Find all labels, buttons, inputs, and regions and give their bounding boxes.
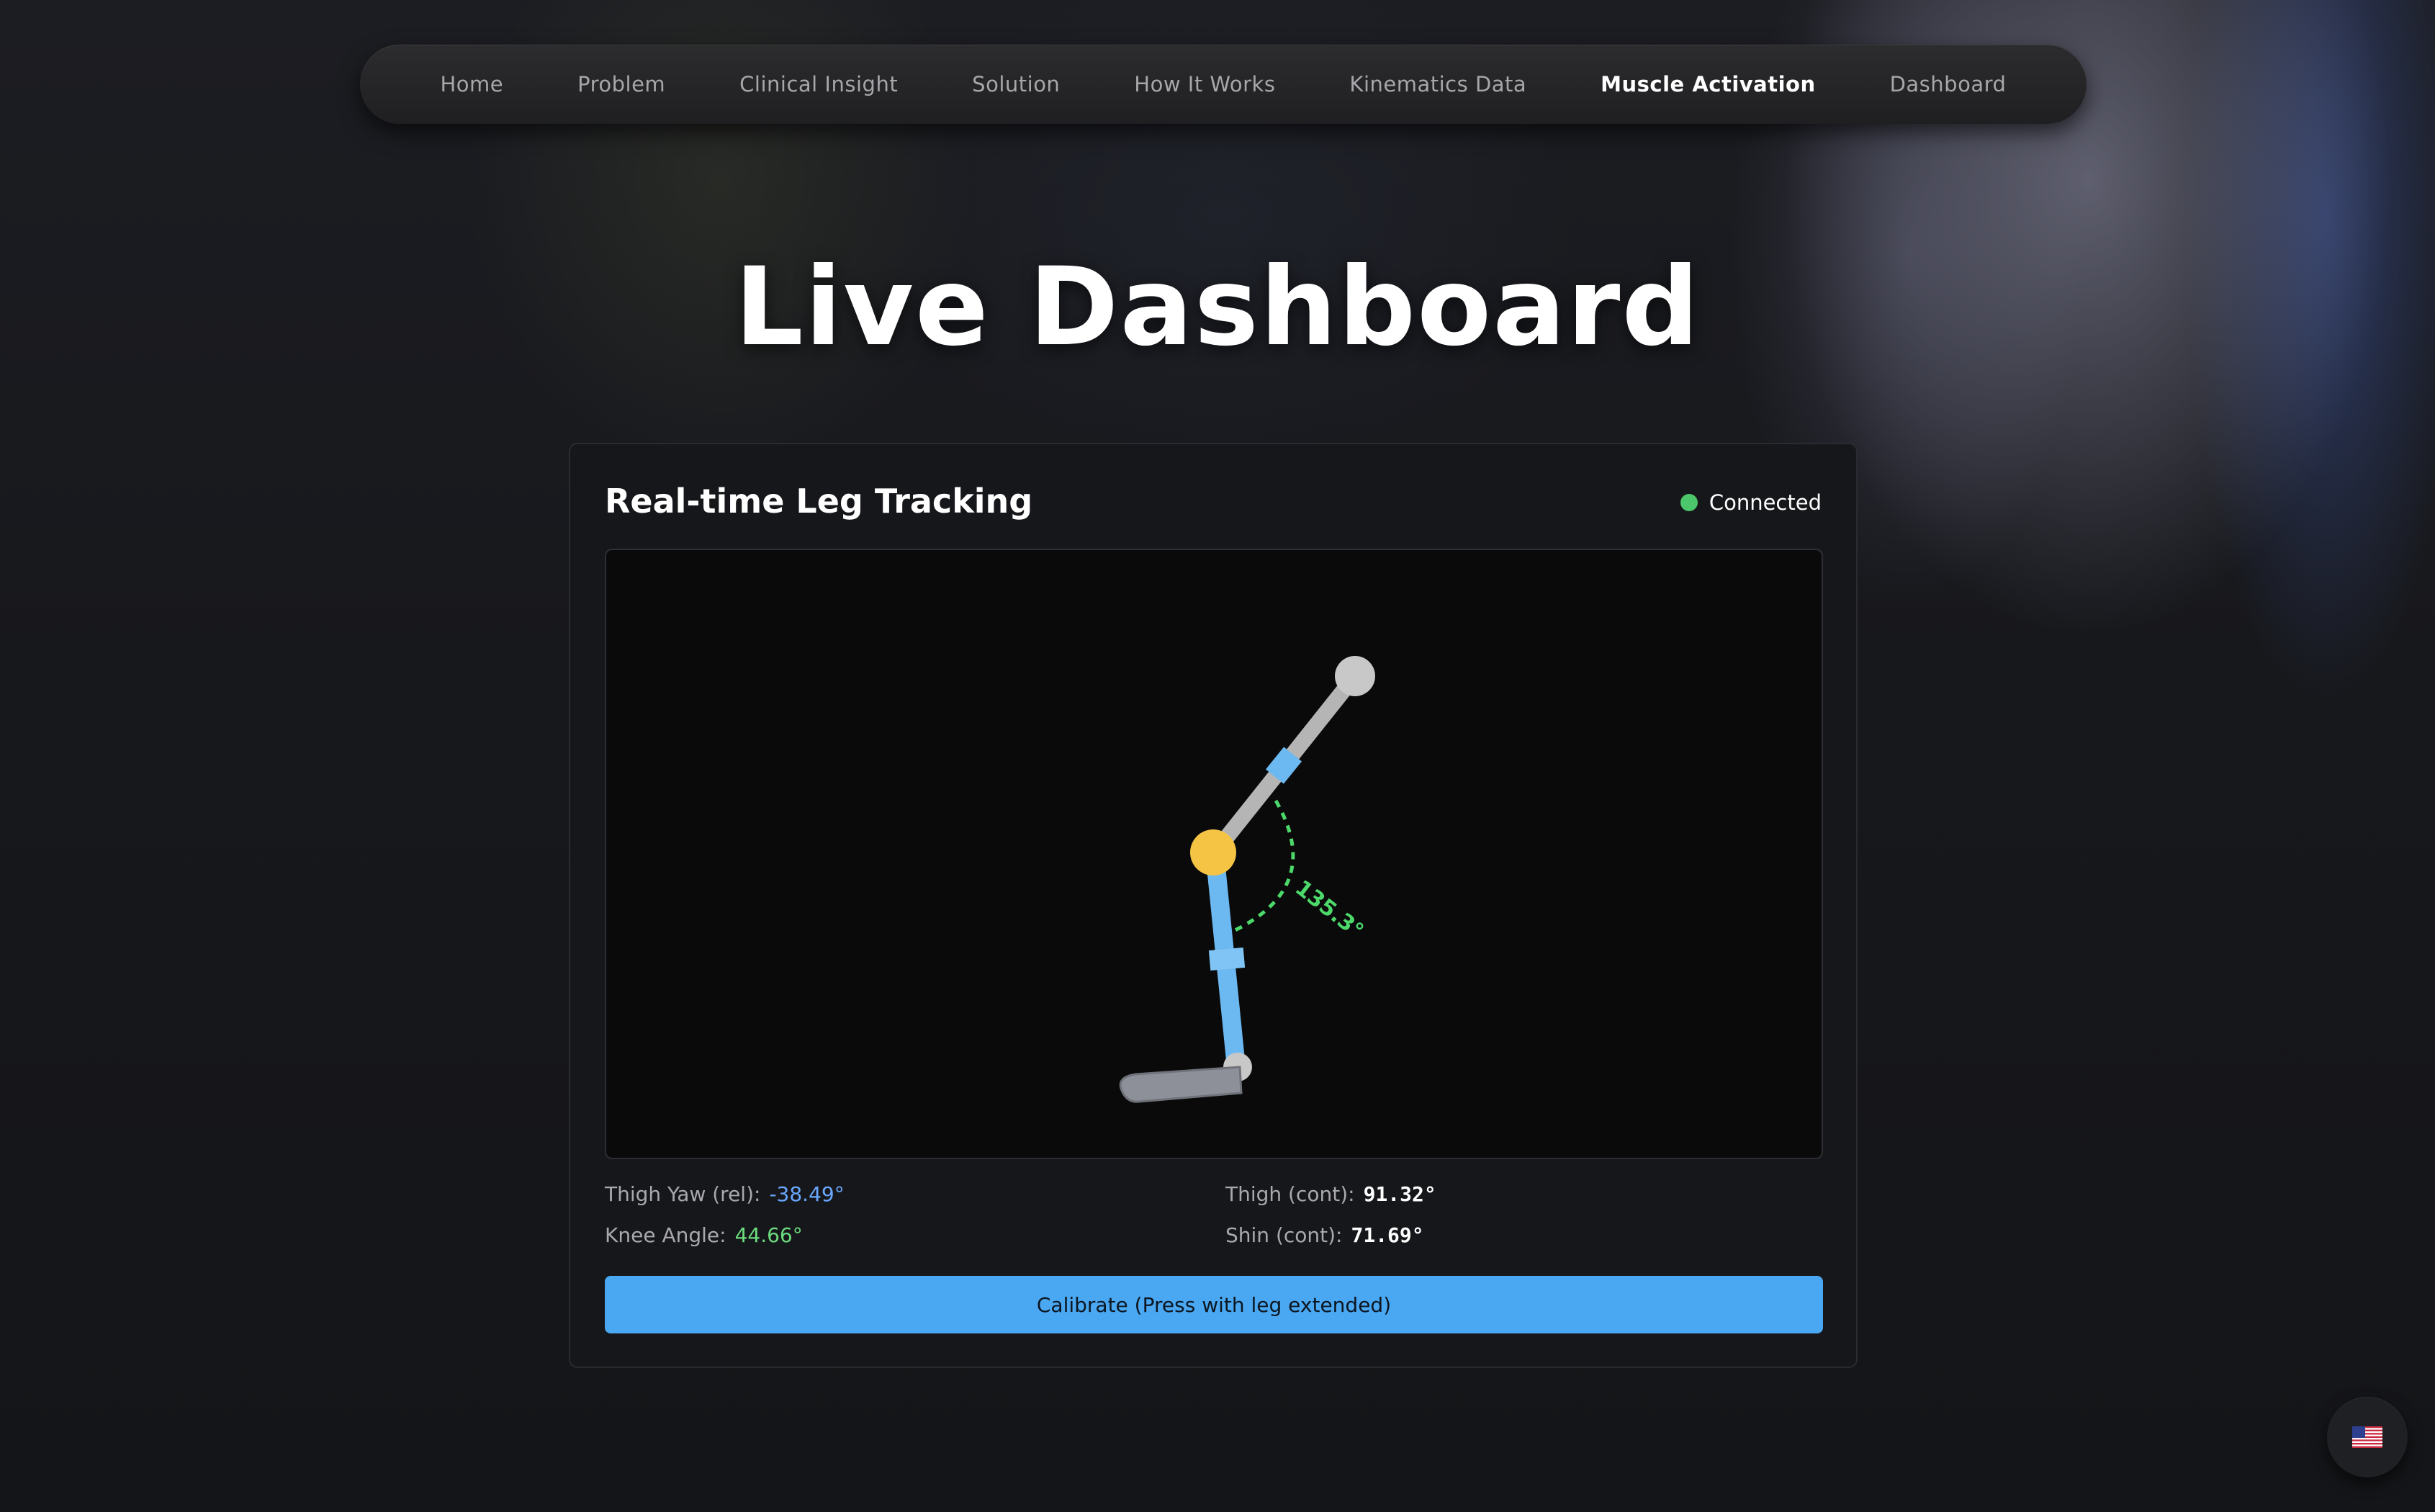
hip-joint — [1335, 656, 1375, 696]
leg-tracking-card: Real-time Leg Tracking Connected 135.3° … — [569, 443, 1858, 1368]
nav-home[interactable]: Home — [440, 72, 503, 96]
status-label: Connected — [1709, 490, 1822, 515]
nav-muscle-activation[interactable]: Muscle Activation — [1601, 72, 1815, 96]
leg-diagram: 135.3° — [1119, 656, 1375, 1103]
nav-problem[interactable]: Problem — [577, 72, 665, 96]
foot-segment — [1119, 1066, 1243, 1103]
page-title: Live Dashboard — [734, 245, 1701, 370]
nav-solution[interactable]: Solution — [972, 72, 1060, 96]
knee-angle-reading: Knee Angle: 44.66° — [605, 1223, 803, 1247]
shin-cont-label: Shin (cont): — [1225, 1223, 1343, 1247]
thigh-yaw-value: -38.49° — [769, 1182, 845, 1206]
us-flag-icon — [2352, 1426, 2382, 1448]
card-title: Real-time Leg Tracking — [605, 482, 1033, 521]
connection-status: Connected — [1680, 490, 1822, 515]
knee-angle-label: 135.3° — [1290, 876, 1368, 944]
nav-dashboard[interactable]: Dashboard — [1890, 72, 2007, 96]
knee-angle-reading-label: Knee Angle: — [605, 1223, 726, 1247]
shin-cont-value: 71.69° — [1351, 1223, 1424, 1247]
thigh-yaw-reading: Thigh Yaw (rel): -38.49° — [605, 1182, 845, 1206]
nav-how-it-works[interactable]: How It Works — [1134, 72, 1275, 96]
nav-kinematics-data[interactable]: Kinematics Data — [1349, 72, 1526, 96]
calibrate-button[interactable]: Calibrate (Press with leg extended) — [605, 1276, 1823, 1333]
thigh-cont-value: 91.32° — [1363, 1182, 1436, 1206]
knee-angle-value: 44.66° — [734, 1223, 803, 1247]
thigh-cont-label: Thigh (cont): — [1225, 1182, 1355, 1206]
thigh-cont-reading: Thigh (cont): 91.32° — [1225, 1182, 1436, 1206]
top-nav: Home Problem Clinical Insight Solution H… — [360, 45, 2087, 124]
shin-sensor-icon — [1208, 947, 1246, 971]
leg-visualization: 135.3° — [605, 549, 1823, 1159]
language-switcher[interactable] — [2327, 1397, 2408, 1477]
nav-clinical-insight[interactable]: Clinical Insight — [739, 72, 898, 96]
thigh-yaw-label: Thigh Yaw (rel): — [605, 1182, 761, 1206]
sensor-readings: Thigh Yaw (rel): -38.49° Knee Angle: 44.66… — [605, 1182, 1823, 1269]
knee-joint — [1190, 829, 1236, 876]
status-dot-icon — [1680, 494, 1698, 511]
shin-cont-reading: Shin (cont): 71.69° — [1225, 1223, 1424, 1247]
